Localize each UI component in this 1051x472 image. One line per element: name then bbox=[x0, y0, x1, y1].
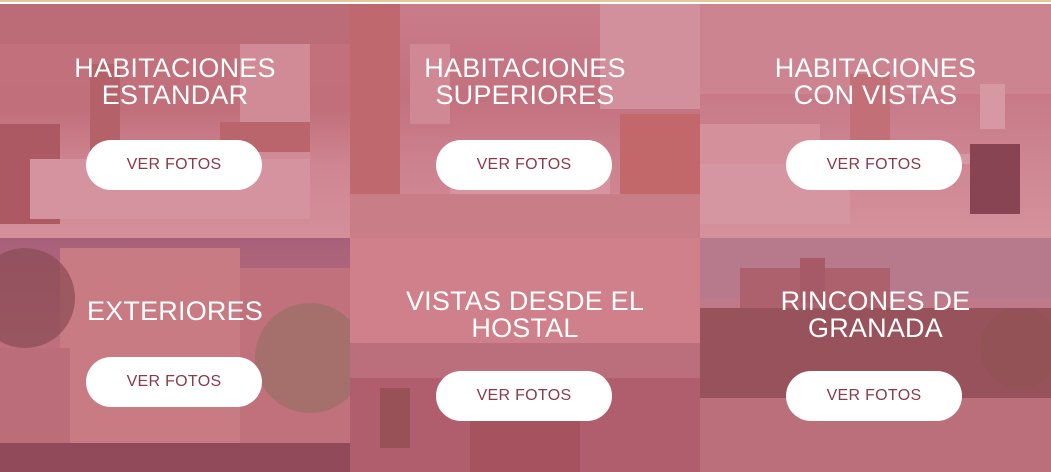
tile-title: RINCONES DE GRANADA bbox=[700, 288, 1051, 342]
tile-title: HABITACIONES CON VISTAS bbox=[700, 55, 1051, 109]
tile-overlay bbox=[0, 238, 350, 472]
tile-title: HABITACIONES SUPERIORES bbox=[350, 55, 700, 109]
tile-title: HABITACIONES ESTANDAR bbox=[0, 55, 350, 109]
tile-title-line1: HABITACIONES bbox=[74, 53, 276, 83]
tile-overlay bbox=[700, 238, 1051, 472]
tile-title-line1: HABITACIONES bbox=[774, 53, 977, 83]
tile-overlay bbox=[0, 4, 350, 238]
tile-title-line1: RINCONES DE bbox=[780, 286, 971, 316]
tile-title-line1: VISTAS DESDE EL bbox=[405, 286, 645, 316]
tile-title-line1: EXTERIORES bbox=[86, 296, 264, 326]
ver-fotos-button[interactable]: VER FOTOS bbox=[786, 371, 962, 421]
ver-fotos-button[interactable]: VER FOTOS bbox=[786, 140, 962, 190]
tile-rincones-de-granada[interactable]: RINCONES DE GRANADA VER FOTOS bbox=[700, 238, 1051, 472]
tile-title: VISTAS DESDE EL HOSTAL bbox=[350, 288, 700, 342]
tile-exteriores[interactable]: EXTERIORES VER FOTOS bbox=[0, 238, 350, 472]
tile-title: EXTERIORES bbox=[0, 298, 350, 325]
tile-overlay bbox=[350, 4, 700, 238]
tile-overlay bbox=[350, 238, 700, 472]
tile-title-line1: HABITACIONES bbox=[424, 53, 626, 83]
room-gallery-grid: HABITACIONES ESTANDAR VER FOTOS HABITACI… bbox=[0, 4, 1051, 472]
tile-title-line2: ESTANDAR bbox=[101, 80, 249, 110]
gallery-frame: HABITACIONES ESTANDAR VER FOTOS HABITACI… bbox=[0, 0, 1051, 472]
tile-vistas-desde-el-hostal[interactable]: VISTAS DESDE EL HOSTAL VER FOTOS bbox=[350, 238, 700, 472]
tile-overlay bbox=[700, 4, 1051, 238]
ver-fotos-button[interactable]: VER FOTOS bbox=[86, 357, 262, 407]
ver-fotos-button[interactable]: VER FOTOS bbox=[436, 371, 612, 421]
tile-title-line2: CON VISTAS bbox=[793, 80, 958, 110]
tile-title-line2: GRANADA bbox=[808, 313, 943, 343]
tile-title-line2: HOSTAL bbox=[471, 313, 579, 343]
ver-fotos-button[interactable]: VER FOTOS bbox=[86, 140, 262, 190]
tile-title-line2: SUPERIORES bbox=[435, 80, 615, 110]
tile-habitaciones-con-vistas[interactable]: HABITACIONES CON VISTAS VER FOTOS bbox=[700, 4, 1051, 238]
tile-habitaciones-estandar[interactable]: HABITACIONES ESTANDAR VER FOTOS bbox=[0, 4, 350, 238]
ver-fotos-button[interactable]: VER FOTOS bbox=[436, 140, 612, 190]
tile-habitaciones-superiores[interactable]: HABITACIONES SUPERIORES VER FOTOS bbox=[350, 4, 700, 238]
